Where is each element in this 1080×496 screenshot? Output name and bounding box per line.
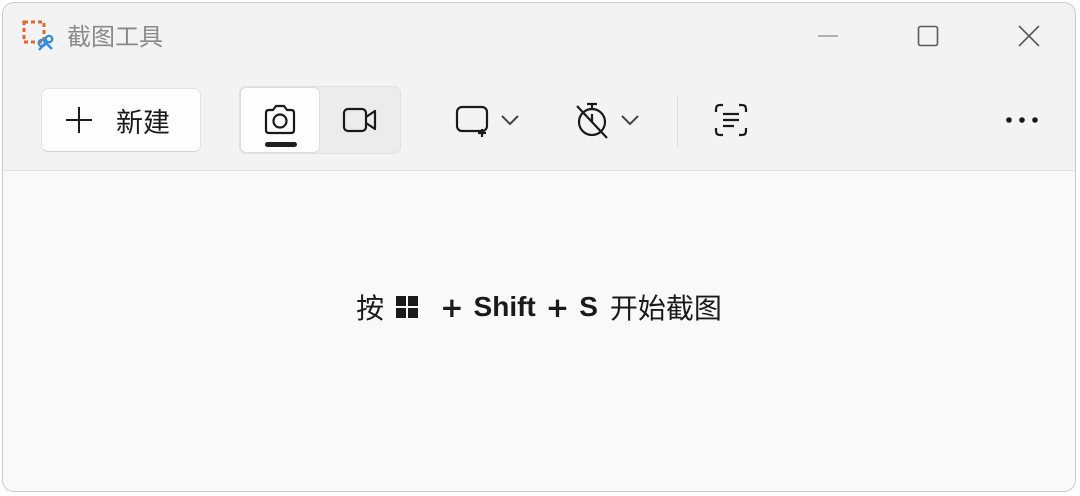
snipping-tool-app-icon — [22, 20, 54, 51]
rectangle-snip-icon — [455, 105, 489, 137]
hint-key-s: S — [579, 291, 598, 322]
capture-mode-toggle — [239, 86, 401, 154]
record-mode-button[interactable] — [320, 87, 400, 153]
video-icon — [342, 107, 377, 133]
minimize-icon — [818, 35, 838, 37]
maximize-button[interactable] — [895, 11, 961, 61]
snipping-tool-window: 截图工具 新建 按 + Shift + S 开始截图 — [2, 2, 1076, 492]
more-icon — [1006, 117, 1038, 123]
camera-icon — [264, 104, 296, 135]
timer-off-icon — [576, 102, 608, 139]
minimize-button[interactable] — [795, 11, 861, 61]
toolbar-divider — [677, 95, 678, 147]
hint-key-shift: Shift — [473, 291, 536, 322]
snip-shape-dropdown[interactable] — [445, 90, 529, 150]
hint-plus-2: + — [545, 290, 570, 324]
toolbar: 新建 — [3, 69, 1075, 171]
more-options-button[interactable] — [991, 90, 1055, 150]
shortcut-hint: 按 + Shift + S 开始截图 — [3, 287, 1075, 327]
plus-icon — [66, 107, 92, 133]
hint-suffix: 开始截图 — [609, 292, 722, 325]
maximize-icon — [917, 25, 939, 47]
text-actions-icon — [714, 103, 748, 137]
windows-key-icon — [396, 296, 419, 318]
close-icon — [1018, 25, 1040, 47]
chevron-down-icon — [621, 115, 639, 126]
new-snip-button[interactable]: 新建 — [41, 88, 201, 152]
selected-mode-indicator — [265, 142, 297, 147]
snip-canvas-area: 按 + Shift + S 开始截图 — [3, 171, 1075, 491]
snip-mode-button[interactable] — [240, 87, 320, 153]
chevron-down-icon — [501, 115, 519, 126]
title-bar[interactable]: 截图工具 — [3, 3, 1075, 69]
delay-dropdown[interactable] — [565, 90, 649, 150]
app-title: 截图工具 — [67, 23, 163, 51]
hint-prefix: 按 — [356, 292, 385, 325]
text-actions-button[interactable] — [703, 90, 759, 150]
hint-plus-1: + — [440, 290, 464, 324]
new-snip-label: 新建 — [116, 107, 170, 139]
close-button[interactable] — [996, 11, 1062, 61]
